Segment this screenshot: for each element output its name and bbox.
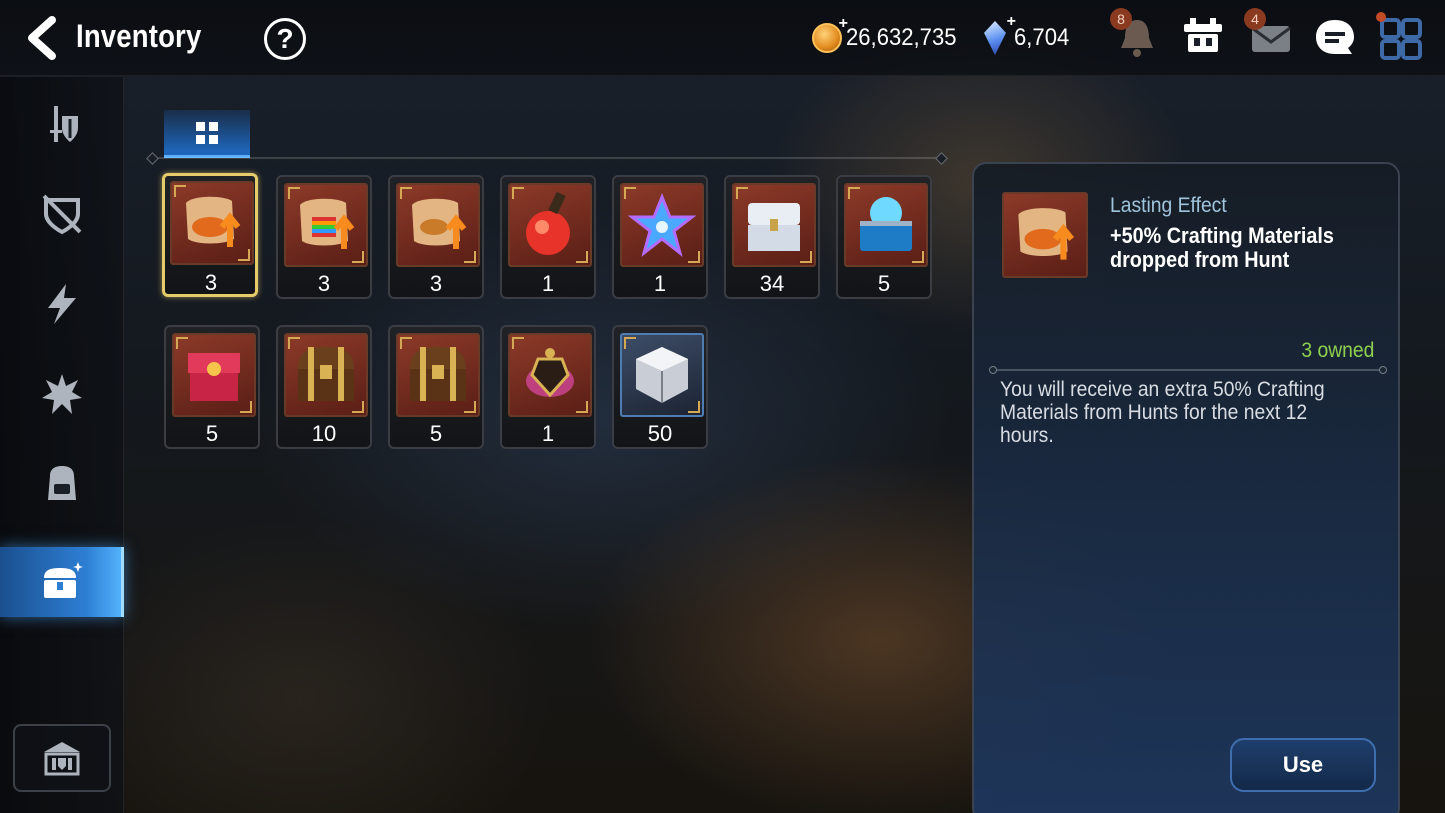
inventory-slot[interactable]: 10 <box>276 325 372 449</box>
sword-shield-icon <box>50 106 78 142</box>
item-icon-silver-chest <box>732 183 816 267</box>
detail-item-icon <box>1002 192 1088 278</box>
inventory-slot[interactable]: 50 <box>612 325 708 449</box>
chat-bubble-icon <box>1316 20 1354 54</box>
item-count: 5 <box>877 271 891 296</box>
item-count: 5 <box>205 421 219 446</box>
shop-button[interactable] <box>1180 14 1226 62</box>
item-count: 50 <box>647 421 673 446</box>
gold-amount: 26,632,735 <box>846 24 957 51</box>
inventory-slot[interactable]: 1 <box>500 325 596 449</box>
item-count: 3 <box>317 271 331 296</box>
sidebar-item-catalysts[interactable] <box>0 359 124 429</box>
item-icon-red-gift-box <box>172 333 256 417</box>
lightning-icon <box>48 284 76 324</box>
item-icon-wooden-chest <box>396 333 480 417</box>
item-icon-red-potion <box>508 183 592 267</box>
top-bar: Inventory ? + 26,632,735 + 6,704 8 4 <box>0 0 1445 76</box>
notification-badge: 8 <box>1110 8 1132 30</box>
item-icon-scroll-rainbow <box>284 183 368 267</box>
item-count: 1 <box>541 271 555 296</box>
inventory-slot[interactable]: 1 <box>612 175 708 299</box>
item-description: You will receive an extra 50% Crafting M… <box>1000 378 1325 447</box>
alert-dot <box>1376 12 1386 22</box>
sidebar-item-skills[interactable] <box>0 269 124 339</box>
shop-stall-icon <box>1184 18 1222 52</box>
sidebar-item-equipment[interactable] <box>0 89 124 159</box>
back-button[interactable] <box>22 16 62 60</box>
notification-button[interactable]: 8 <box>1110 8 1160 62</box>
mail-button[interactable]: 4 <box>1244 8 1294 62</box>
guild-button[interactable] <box>13 724 111 792</box>
tab-divider <box>152 157 942 159</box>
help-button[interactable]: ? <box>264 18 306 60</box>
item-count: 3 <box>204 270 218 295</box>
inventory-slot[interactable]: 3 <box>388 175 484 299</box>
item-detail-panel: Lasting Effect +50% Crafting Materials d… <box>972 162 1400 813</box>
inventory-slot[interactable]: 1 <box>500 175 596 299</box>
tab-all[interactable] <box>164 110 250 158</box>
treasure-chest-icon <box>44 562 83 598</box>
gold-coin-icon: + <box>812 15 848 53</box>
item-icon-scroll-gold <box>396 183 480 267</box>
owned-count: 3 owned <box>1300 339 1374 362</box>
item-category: Lasting Effect <box>1110 194 1227 217</box>
broken-shield-icon <box>42 194 82 235</box>
item-icon-magic-lamp <box>508 333 592 417</box>
menu-button[interactable] <box>1376 12 1424 62</box>
item-count: 5 <box>429 421 443 446</box>
grid-menu-icon <box>1380 18 1422 60</box>
item-icon-wooden-chest <box>284 333 368 417</box>
grid-icon <box>196 121 218 144</box>
item-count: 34 <box>759 271 785 296</box>
item-count: 1 <box>653 271 667 296</box>
sidebar-item-artifacts[interactable] <box>0 179 124 249</box>
inventory-slot[interactable]: 3 <box>162 173 258 297</box>
inventory-slot[interactable]: 5 <box>836 175 932 299</box>
category-sidebar <box>0 77 124 813</box>
inventory-slot[interactable]: 3 <box>276 175 372 299</box>
detail-divider <box>989 366 1387 374</box>
chevron-left-icon <box>28 16 56 60</box>
crystal-icon: + <box>984 13 1016 55</box>
item-icon-star-potion <box>620 183 704 267</box>
item-count: 10 <box>311 421 337 446</box>
crystal-amount: 6,704 <box>1014 24 1070 51</box>
chat-button[interactable] <box>1312 14 1358 62</box>
sidebar-item-chests[interactable] <box>0 547 124 617</box>
crystal-currency[interactable]: + 6,704 <box>984 13 1074 56</box>
backpack-icon <box>48 466 76 500</box>
gold-currency[interactable]: + 26,632,735 <box>812 15 966 56</box>
inventory-slot[interactable]: 5 <box>164 325 260 449</box>
item-count: 3 <box>429 271 443 296</box>
mail-badge: 4 <box>1244 8 1266 30</box>
guild-hall-icon <box>44 742 80 776</box>
sidebar-item-materials[interactable] <box>0 449 124 519</box>
item-icon-scroll <box>170 181 254 265</box>
inventory-slot[interactable]: 5 <box>388 325 484 449</box>
inventory-slot[interactable]: 34 <box>724 175 820 299</box>
spiky-burst-icon <box>42 374 82 414</box>
item-count: 1 <box>541 421 555 446</box>
item-icon-silver-cube <box>620 333 704 417</box>
item-icon-blue-orb-chest <box>844 183 928 267</box>
item-title: +50% Crafting Materials dropped from Hun… <box>1110 223 1334 272</box>
use-button[interactable]: Use <box>1230 738 1376 792</box>
page-title: Inventory <box>76 18 202 54</box>
